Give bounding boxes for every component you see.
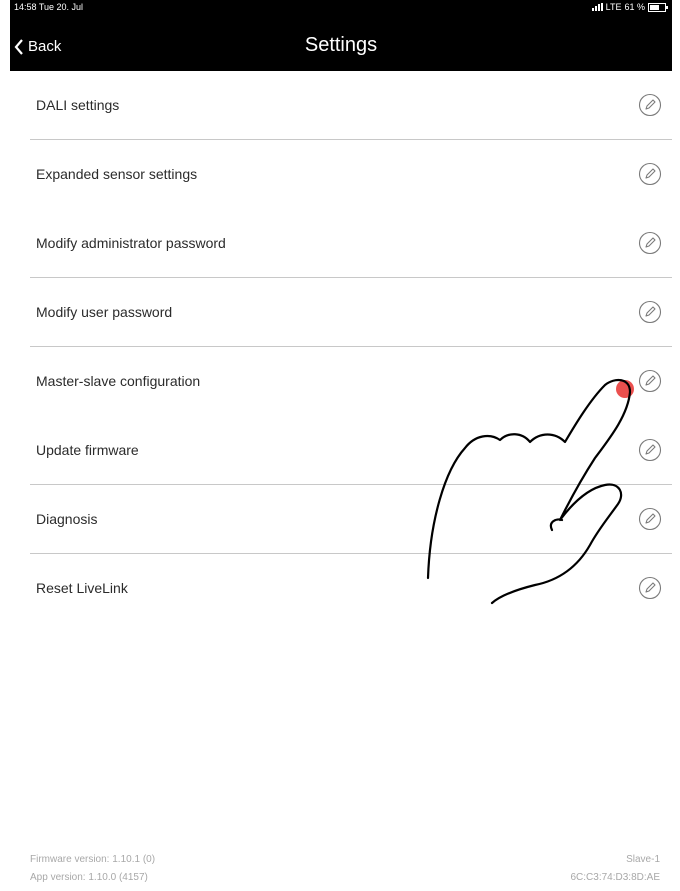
settings-row-label: Update firmware — [36, 442, 139, 458]
settings-row-label: Modify user password — [36, 304, 173, 320]
page-title: Settings — [304, 34, 378, 56]
edit-pencil-icon[interactable] — [638, 93, 662, 117]
network-label: LTE — [605, 2, 622, 12]
edit-pencil-icon[interactable] — [638, 300, 662, 324]
header-bar: 14:58 Tue 20. Jul LTE 61 % Back Settings — [10, 0, 672, 71]
frame-right-edge — [672, 0, 680, 891]
battery-icon — [648, 2, 668, 12]
edit-pencil-icon[interactable] — [638, 438, 662, 462]
battery-label: 61 % — [624, 2, 645, 12]
device-role: Slave-1 — [626, 854, 660, 865]
settings-row[interactable]: Master-slave configuration — [10, 347, 672, 416]
settings-row[interactable]: Diagnosis — [10, 485, 672, 554]
settings-row[interactable]: Modify user password — [10, 278, 672, 347]
settings-row-label: DALI settings — [36, 97, 120, 113]
settings-row-label: Master-slave configuration — [36, 373, 201, 389]
settings-row[interactable]: Reset LiveLink — [10, 554, 672, 623]
settings-row[interactable]: Expanded sensor settings — [10, 140, 672, 209]
device-info: Slave-1 6C:C3:74:D3:8D:AE — [571, 851, 661, 887]
settings-list: DALI settings Expanded sensor settings Mod… — [10, 71, 672, 623]
mac-address: 6C:C3:74:D3:8D:AE — [570, 872, 661, 883]
status-indicators: LTE 61 % — [591, 2, 668, 12]
settings-row[interactable]: Modify administrator password — [10, 209, 672, 278]
version-info: Firmware version: 1.10.1 (0) App version… — [30, 851, 155, 887]
settings-row[interactable]: Update firmware — [10, 416, 672, 485]
settings-row-label: Modify administrator password — [36, 235, 226, 251]
settings-row-label: Expanded sensor settings — [36, 166, 198, 182]
edit-pencil-icon[interactable] — [638, 507, 662, 531]
edit-pencil-icon[interactable] — [638, 231, 662, 255]
frame-left-edge — [0, 0, 10, 891]
edit-pencil-icon[interactable] — [638, 162, 662, 186]
app-version: App version: 1.10.0 (4157) — [30, 872, 148, 883]
settings-row[interactable]: DALI settings — [10, 71, 672, 140]
edit-pencil-icon[interactable] — [638, 369, 662, 393]
settings-row-label: Reset LiveLink — [36, 580, 128, 596]
settings-row-label: Diagnosis — [36, 511, 98, 527]
firmware-version: Firmware version: 1.10.1 (0) — [30, 854, 156, 865]
status-time: 14:58 Tue 20. Jul — [14, 2, 84, 12]
signal-icon — [591, 3, 603, 11]
edit-pencil-icon[interactable] — [638, 576, 662, 600]
